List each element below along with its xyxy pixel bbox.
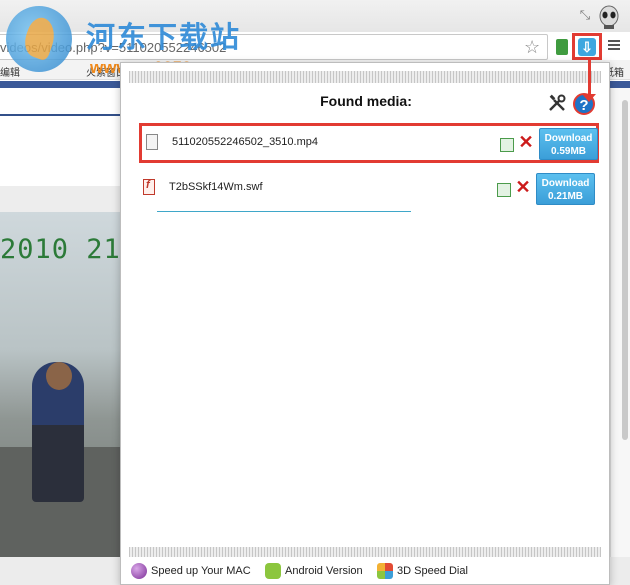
footer-link-android[interactable]: Android Version xyxy=(265,563,363,579)
copy-link-icon[interactable] xyxy=(497,183,511,197)
item-separator xyxy=(157,211,411,212)
scrollbar-thumb[interactable] xyxy=(622,100,628,440)
media-item[interactable]: T2bSSkf14Wm.swf ✕ Download 0.21MB xyxy=(139,171,599,211)
popup-top-grip xyxy=(129,71,601,83)
annotation-arrow-line xyxy=(588,60,591,96)
green-extension-icon[interactable] xyxy=(556,39,568,55)
tools-settings-icon[interactable] xyxy=(547,93,567,113)
popup-footer: Speed up Your MAC Android Version 3D Spe… xyxy=(121,559,611,585)
footer-android-label: Android Version xyxy=(285,564,363,577)
flash-file-icon xyxy=(143,179,155,195)
popup-title: Found media: xyxy=(320,93,412,109)
bookmark-item[interactable]: 编辑 xyxy=(0,64,20,79)
download-button-label: Download xyxy=(544,133,593,144)
copy-link-icon[interactable] xyxy=(500,138,514,152)
annotation-arrow-head xyxy=(582,94,596,102)
watermark-logo xyxy=(6,6,72,72)
download-button[interactable]: Download 0.59MB xyxy=(539,128,598,160)
mac-cleaner-icon xyxy=(131,563,147,579)
speed-dial-icon xyxy=(377,563,393,579)
download-button-label: Download xyxy=(541,178,590,189)
bookmark-star-icon[interactable]: ☆ xyxy=(524,37,540,57)
media-item[interactable]: 511020552246502_3510.mp4 ✕ Download 0.59… xyxy=(139,123,599,163)
address-bar[interactable]: videos/video.php?v=511020552246502 ☆ xyxy=(0,34,548,60)
found-media-popup: Found media: ? 511020552246502_3510.mp4 … xyxy=(120,62,610,585)
page-gray-band xyxy=(0,186,130,212)
download-size: 0.21MB xyxy=(547,191,583,202)
resize-icon[interactable]: ⤡ xyxy=(578,8,592,22)
remove-icon[interactable]: ✕ xyxy=(515,177,531,197)
video-player[interactable]: 2010 2114 xyxy=(0,212,130,557)
media-filename: T2bSSkf14Wm.swf xyxy=(169,181,263,193)
download-button[interactable]: Download 0.21MB xyxy=(536,173,595,205)
download-extension-icon[interactable]: ⇩ xyxy=(578,38,596,56)
video-file-icon xyxy=(146,134,158,150)
popup-bottom-grip xyxy=(129,547,601,557)
android-icon xyxy=(265,563,281,579)
screen: ⤡ videos/video.php?v=511020552246502 ☆ ⇩… xyxy=(0,0,630,585)
download-size: 0.59MB xyxy=(550,146,586,157)
page-divider xyxy=(0,114,130,116)
remove-icon[interactable]: ✕ xyxy=(518,132,534,152)
watermark-title: 河东下载站 xyxy=(86,20,242,54)
footer-link-mac[interactable]: Speed up Your MAC xyxy=(131,563,251,579)
footer-link-speed-dial[interactable]: 3D Speed Dial xyxy=(377,563,468,579)
media-filename: 511020552246502_3510.mp4 xyxy=(172,136,318,148)
video-timestamp: 2010 2114 xyxy=(0,234,130,265)
video-person-head xyxy=(46,362,72,390)
alien-avatar-icon[interactable] xyxy=(598,5,620,29)
menu-icon[interactable] xyxy=(608,40,620,50)
footer-mac-label: Speed up Your MAC xyxy=(151,564,251,577)
footer-dial-label: 3D Speed Dial xyxy=(397,564,468,577)
